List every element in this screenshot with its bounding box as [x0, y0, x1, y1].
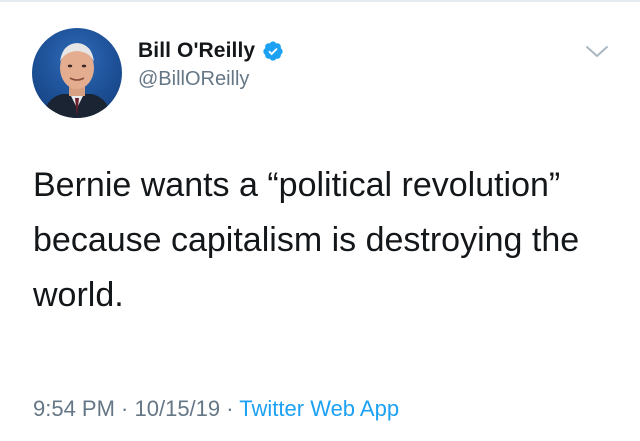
avatar[interactable]: [32, 28, 122, 118]
user-handle[interactable]: @BillOReilly: [138, 68, 284, 91]
tweet-date[interactable]: 10/15/19: [135, 396, 221, 421]
display-name[interactable]: Bill O'Reilly: [138, 39, 255, 63]
tweet-time[interactable]: 9:54 PM: [33, 396, 115, 421]
avatar-photo-icon: [42, 43, 112, 118]
chevron-down-icon[interactable]: [583, 40, 611, 62]
verified-badge-icon: [262, 40, 284, 62]
tweet-metadata: 9:54 PM · 10/15/19 · Twitter Web App: [33, 396, 399, 422]
author-header: Bill O'Reilly @BillOReilly: [138, 36, 284, 91]
tweet-card: Bill O'Reilly @BillOReilly Bernie wants …: [0, 0, 640, 441]
tweet-source-link[interactable]: Twitter Web App: [239, 396, 399, 421]
tweet-text: Bernie wants a “political revolution” be…: [33, 166, 580, 314]
meta-separator: ·: [220, 396, 240, 421]
meta-separator: ·: [114, 396, 135, 421]
